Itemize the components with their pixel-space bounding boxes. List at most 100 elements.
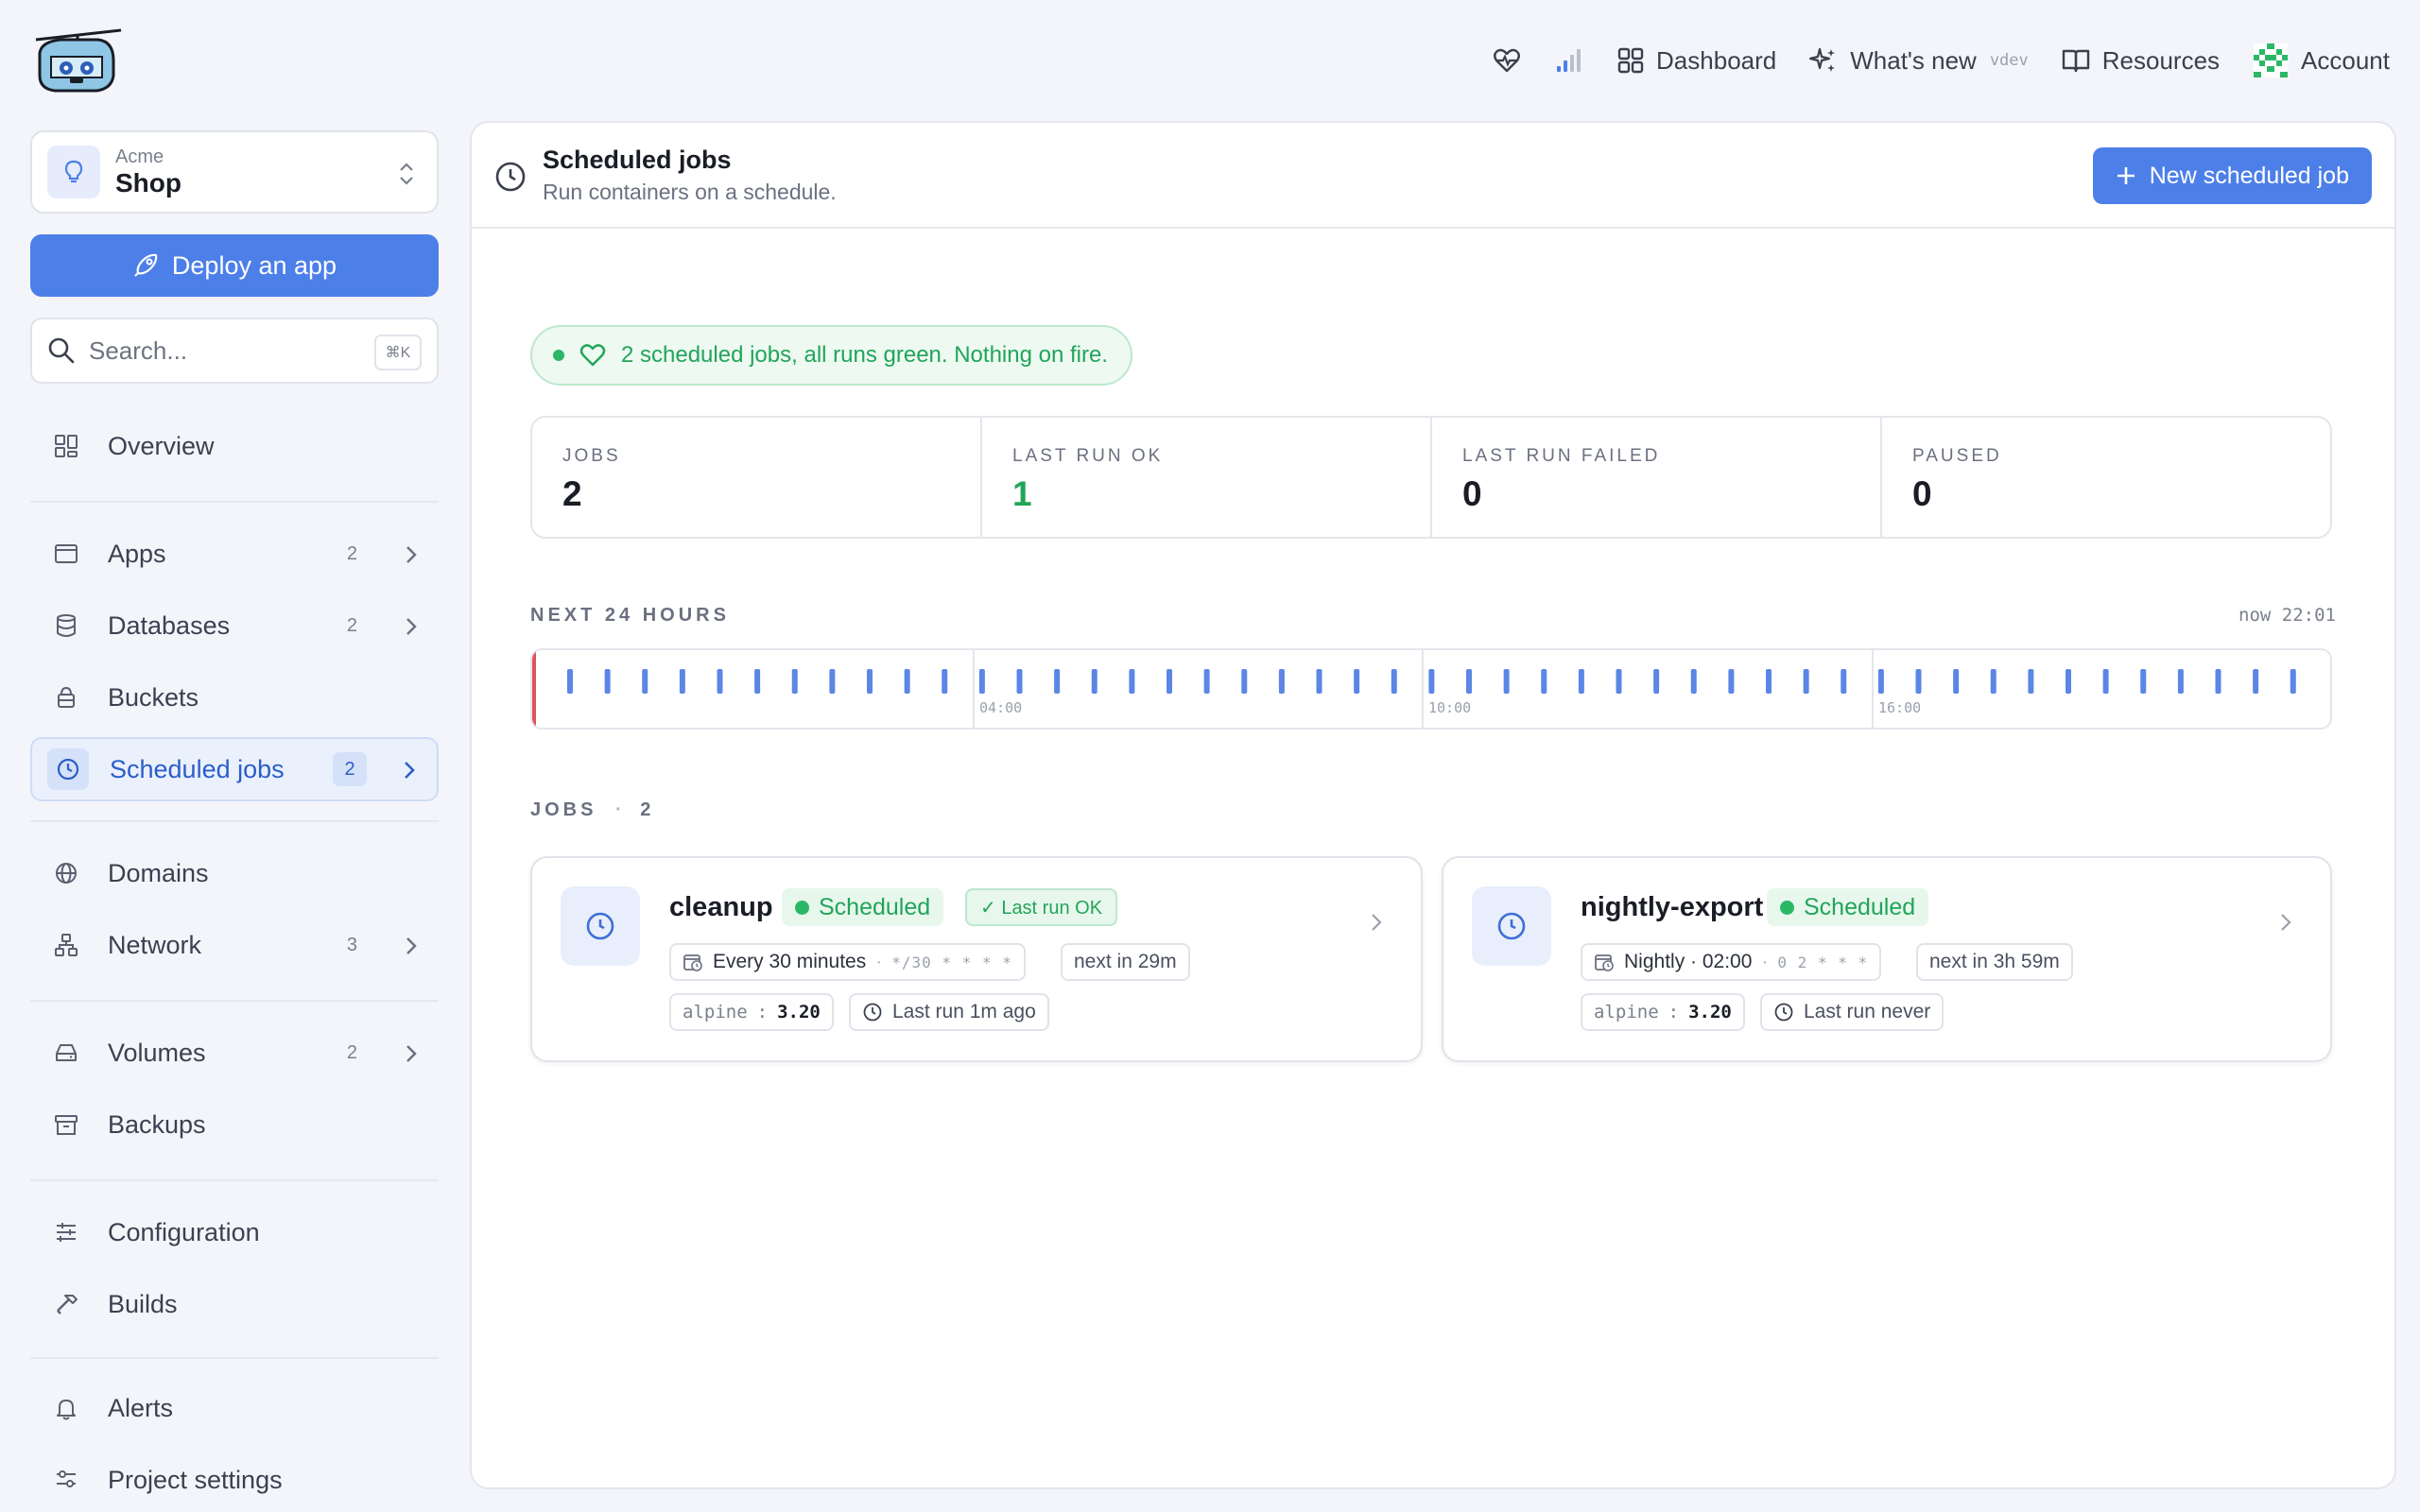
sidebar-item-alerts[interactable]: Alerts [30,1376,439,1440]
next-run-chip: next in 3h 59m [1916,943,2073,981]
sidebar-item-label: Configuration [108,1217,260,1246]
sidebar-item-label: Apps [108,539,166,568]
sidebar-item-label: Volumes [108,1038,206,1067]
timeline-run-tick [1728,669,1735,694]
rocket-icon [134,253,158,277]
timeline-run-tick [1054,669,1061,694]
image-sep: : [756,1002,769,1022]
sidebar-item-project-settings[interactable]: Project settings [30,1448,439,1512]
image-name: alpine [1594,1002,1659,1022]
calendar-clock-icon [1595,954,1614,971]
sidebar-item-overview[interactable]: Overview [30,414,439,478]
stat-label: LAST RUN OK [1012,446,1164,466]
timeline-run-tick [604,669,611,694]
version-tag: vdev [1989,51,2029,70]
whats-new-link[interactable]: What's new vdev [1808,45,2029,76]
timeline-run-tick [1203,669,1210,694]
job-card-cleanup[interactable]: cleanup Scheduled ✓ Last run OK Every 30… [530,856,1423,1062]
sparkles-icon [1809,47,1836,72]
timeline-run-tick [1578,669,1584,694]
timeline-run-tick [2253,669,2259,694]
chevron-right-icon [406,546,417,563]
timeline-run-tick [1316,669,1322,694]
sidebar-item-label: Domains [108,858,209,887]
search-shortcut: ⌘K [374,335,422,370]
timeline-24h: 04:00 10:00 16:00 [530,648,2332,730]
signal-icon-button[interactable] [1554,45,1584,76]
sidebar-item-scheduled-jobs[interactable]: Scheduled jobs 2 [30,737,439,801]
resources-link[interactable]: Resources [2061,45,2220,76]
timeline-run-tick [2028,669,2034,694]
stat-last-run-failed: LAST RUN FAILED 0 [1432,418,1882,537]
signal-bars-icon [1557,49,1582,72]
timeline-hour-label: 16:00 [1878,699,1921,716]
timeline-run-tick [829,669,836,694]
sidebar-item-databases[interactable]: Databases 2 [30,593,439,658]
sidebar-item-label: Network [108,930,202,959]
sidebar-item-count: 3 [346,934,357,955]
health-icon-button[interactable] [1492,45,1522,76]
main-panel: Scheduled jobs Run containers on a sched… [470,121,2396,1489]
timeline-run-tick [942,669,948,694]
timeline-now-label: now 22:01 [2238,605,2336,626]
window-icon [55,544,78,563]
clock-icon [495,162,526,192]
project-org: Acme [115,146,164,167]
sidebar-item-configuration[interactable]: Configuration [30,1200,439,1264]
sidebar-item-network[interactable]: Network 3 [30,913,439,977]
sidebar-item-builds[interactable]: Builds [30,1272,439,1336]
globe-icon [56,863,77,884]
sidebar-item-count: 2 [333,752,367,786]
job-card-nightly-export[interactable]: nightly-export Scheduled Nightly · 02:00… [1442,856,2332,1062]
sidebar-item-domains[interactable]: Domains [30,841,439,905]
stat-label: LAST RUN FAILED [1462,446,1661,466]
sidebar-item-apps[interactable]: Apps 2 [30,522,439,586]
stat-paused: PAUSED 0 [1882,418,2330,537]
chevron-right-icon [406,618,417,635]
settings-icon [57,1470,76,1487]
status-dot [795,900,809,915]
status-badge: Scheduled [782,888,944,926]
last-run-chip: Last run 1m ago [849,993,1049,1031]
new-scheduled-job-label: New scheduled job [2149,162,2349,189]
job-icon [1472,886,1551,966]
book-open-icon [2062,49,2089,73]
app-logo[interactable] [28,26,123,94]
timeline-run-tick [1690,669,1697,694]
avatar-icon [2254,43,2289,77]
timeline-run-tick [1129,669,1135,694]
project-switcher[interactable]: Acme Shop [30,130,439,214]
dashboard-link[interactable]: Dashboard [1616,46,1776,76]
sidebar-item-backups[interactable]: Backups [30,1092,439,1157]
whats-new-label: What's new [1850,45,1977,75]
deploy-app-label: Deploy an app [171,250,337,280]
account-link[interactable]: Account [2252,42,2390,79]
sidebar-divider [30,1000,439,1002]
clock-icon [863,1003,882,1022]
deploy-app-button[interactable]: Deploy an app [30,234,439,297]
new-scheduled-job-button[interactable]: New scheduled job [2092,147,2372,204]
stat-label: PAUSED [1912,446,2002,466]
timeline-run-tick [679,669,685,694]
sidebar-item-buckets[interactable]: Buckets [30,665,439,730]
sidebar-divider [30,501,439,503]
stat-label: JOBS [562,446,621,466]
stat-value: 0 [1462,474,1482,513]
sidebar-nav: Overview Apps 2 Databases 2 Buckets Sche… [30,414,439,1512]
image-chip: alpine : 3.20 [1581,993,1745,1031]
sidebar-item-label: Alerts [108,1393,174,1422]
schedule-sep: · [1761,951,1769,972]
calendar-clock-icon [683,954,702,971]
sliders-icon [57,1223,76,1242]
search-input[interactable]: Search... ⌘K [30,318,439,384]
chevron-right-icon [1372,914,1382,931]
schedule-sep: · [875,951,883,972]
stats-row: JOBS 2 LAST RUN OK 1 LAST RUN FAILED 0 P… [530,416,2332,539]
chevron-right-icon [2281,914,2291,931]
sidebar-item-volumes[interactable]: Volumes 2 [30,1021,439,1085]
lightbulb-icon [64,160,83,183]
dashboard-grid-icon [1617,47,1644,74]
page-header: Scheduled jobs Run containers on a sched… [472,123,2394,229]
image-name: alpine [683,1002,748,1022]
timeline-run-tick [2215,669,2221,694]
